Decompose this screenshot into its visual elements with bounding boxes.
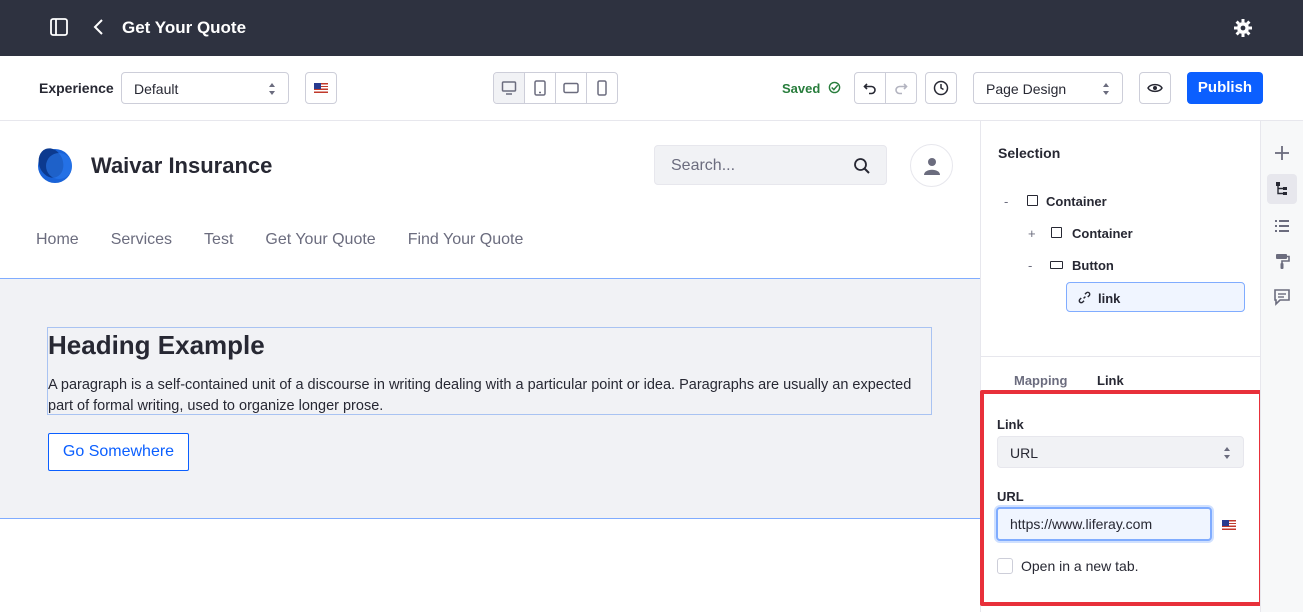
- url-input-wrapper: [996, 507, 1212, 541]
- heading-paragraph-fragment[interactable]: Heading Example A paragraph is a self-co…: [47, 327, 932, 415]
- site-name: Waivar Insurance: [91, 153, 273, 178]
- mobile-icon: [597, 80, 607, 96]
- button-icon: [1050, 261, 1063, 269]
- eye-icon: [1147, 83, 1163, 93]
- section-heading[interactable]: Heading Example: [48, 330, 265, 361]
- us-flag-icon[interactable]: [1222, 520, 1236, 530]
- device-size-group: [493, 72, 618, 104]
- landscape-icon: [563, 82, 579, 94]
- tablet-icon: [534, 80, 546, 96]
- saved-label: Saved: [782, 81, 821, 96]
- user-avatar-button[interactable]: [910, 144, 953, 187]
- top-bar: Get Your Quote: [0, 0, 1303, 56]
- desktop-icon: [501, 81, 517, 95]
- right-sidebar-rail: [1260, 121, 1303, 612]
- mobile-view-button[interactable]: [587, 73, 617, 103]
- tree-item-link-selected[interactable]: link: [1066, 282, 1245, 312]
- go-somewhere-button[interactable]: Go Somewhere: [48, 433, 189, 471]
- editor-toolbar: Experience Default Saved Page Design Pub…: [0, 56, 1303, 121]
- page-canvas: Waivar Insurance Search... Home Services…: [0, 121, 980, 612]
- site-search-input[interactable]: Search...: [654, 145, 887, 185]
- url-field-label: URL: [997, 489, 1024, 504]
- page-title: Get Your Quote: [122, 18, 247, 37]
- select-caret-icon: [269, 83, 275, 95]
- search-icon[interactable]: [853, 157, 871, 175]
- open-new-tab-checkbox[interactable]: [997, 558, 1013, 574]
- saved-status: Saved: [782, 81, 841, 96]
- tab-mapping[interactable]: Mapping: [1014, 373, 1067, 388]
- experience-label: Experience: [39, 80, 114, 96]
- container-icon: [1027, 195, 1038, 206]
- publish-button[interactable]: Publish: [1187, 72, 1263, 104]
- nav-item-services[interactable]: Services: [111, 231, 172, 249]
- link-icon: [1078, 291, 1091, 304]
- collapse-toggle[interactable]: -: [1028, 258, 1040, 273]
- url-input[interactable]: [998, 509, 1210, 539]
- check-circle-icon: [828, 81, 841, 94]
- panel-divider: [981, 356, 1261, 357]
- user-icon: [924, 158, 940, 175]
- tablet-view-button[interactable]: [525, 73, 556, 103]
- experience-select[interactable]: Default: [121, 72, 289, 104]
- content-section[interactable]: Heading Example A paragraph is a self-co…: [0, 278, 980, 519]
- expand-toggle[interactable]: +: [1028, 226, 1040, 241]
- tree-item-container-child[interactable]: + Container: [1028, 226, 1228, 242]
- gear-icon[interactable]: [1233, 18, 1253, 38]
- paint-roller-icon[interactable]: [1272, 251, 1292, 271]
- plus-icon[interactable]: [1272, 143, 1292, 163]
- select-caret-icon: [1224, 447, 1230, 459]
- us-flag-icon: [314, 83, 328, 93]
- link-type-select[interactable]: URL: [997, 436, 1244, 468]
- link-field-label: Link: [997, 417, 1024, 432]
- tree-item-label: Container: [1046, 194, 1107, 209]
- back-chevron-icon[interactable]: [92, 18, 112, 38]
- list-icon[interactable]: [1272, 216, 1292, 236]
- preview-button[interactable]: [1139, 72, 1171, 104]
- experience-select-value: Default: [134, 81, 179, 97]
- tree-item-label: Button: [1072, 258, 1114, 273]
- site-navigation: Home Services Test Get Your Quote Find Y…: [36, 231, 523, 249]
- panel-title: Selection: [998, 145, 1061, 161]
- landscape-view-button[interactable]: [556, 73, 587, 103]
- site-logo: [36, 146, 74, 184]
- tree-structure-icon: [1276, 182, 1287, 195]
- nav-item-get-your-quote[interactable]: Get Your Quote: [265, 231, 375, 249]
- page-structure-button[interactable]: [1267, 174, 1297, 204]
- desktop-view-button[interactable]: [494, 73, 525, 103]
- open-new-tab-label[interactable]: Open in a new tab.: [1021, 558, 1139, 574]
- comment-icon[interactable]: [1272, 287, 1292, 307]
- undo-button[interactable]: [854, 72, 886, 104]
- section-paragraph[interactable]: A paragraph is a self-contained unit of …: [48, 375, 928, 417]
- history-button[interactable]: [925, 72, 957, 104]
- redo-button[interactable]: [885, 72, 917, 104]
- redo-icon: [895, 83, 908, 95]
- tree-item-label: Container: [1072, 226, 1133, 241]
- language-selector-button[interactable]: [305, 72, 337, 104]
- page-design-select[interactable]: Page Design: [973, 72, 1123, 104]
- page-design-value: Page Design: [986, 81, 1067, 97]
- select-caret-icon: [1103, 83, 1109, 95]
- tree-item-label: link: [1098, 291, 1121, 306]
- nav-item-home[interactable]: Home: [36, 231, 79, 249]
- container-icon: [1051, 227, 1062, 238]
- tree-item-button[interactable]: - Button: [1028, 258, 1228, 274]
- nav-item-find-your-quote[interactable]: Find Your Quote: [408, 231, 524, 249]
- link-type-value: URL: [1010, 445, 1039, 461]
- clock-icon: [933, 80, 949, 96]
- nav-item-test[interactable]: Test: [204, 231, 233, 249]
- tree-item-container[interactable]: - Container: [1004, 194, 1204, 210]
- undo-icon: [863, 83, 876, 95]
- search-placeholder: Search...: [671, 157, 736, 174]
- collapse-toggle[interactable]: -: [1004, 194, 1016, 209]
- sidebar-toggle-icon[interactable]: [50, 18, 70, 38]
- tab-link[interactable]: Link: [1097, 373, 1124, 388]
